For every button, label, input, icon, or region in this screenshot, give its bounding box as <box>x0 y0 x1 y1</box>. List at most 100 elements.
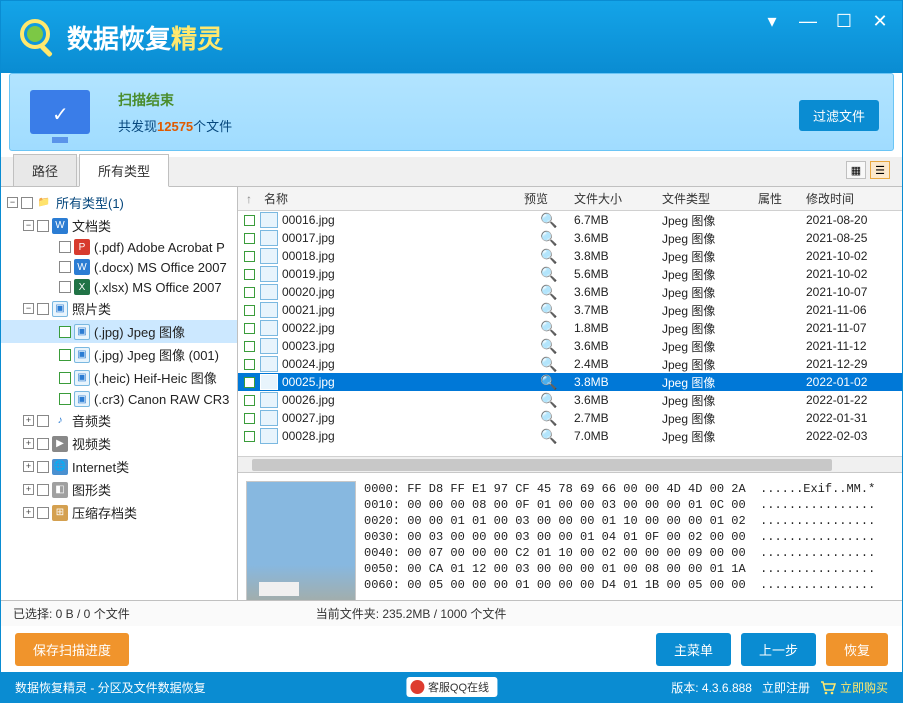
tree-root[interactable]: − 📁 所有类型(1) <box>1 191 237 214</box>
expand-icon[interactable]: + <box>23 415 34 426</box>
expand-icon[interactable]: + <box>23 484 34 495</box>
row-checkbox[interactable] <box>238 413 260 424</box>
checkbox[interactable] <box>21 197 33 209</box>
tree-audio[interactable]: + ♪ 音频类 <box>1 409 237 432</box>
file-row[interactable]: 00020.jpg🔍3.6MBJpeg 图像2021-10-07 <box>238 283 902 301</box>
tree-images[interactable]: − ▣ 照片类 <box>1 297 237 320</box>
row-checkbox[interactable] <box>238 377 260 388</box>
preview-icon[interactable]: 🔍 <box>524 374 574 391</box>
recover-button[interactable]: 恢复 <box>826 633 888 666</box>
preview-icon[interactable]: 🔍 <box>524 302 574 319</box>
tree-pdf[interactable]: P (.pdf) Adobe Acrobat P <box>1 237 237 257</box>
file-row[interactable]: 00026.jpg🔍3.6MBJpeg 图像2022-01-22 <box>238 391 902 409</box>
row-checkbox[interactable] <box>238 287 260 298</box>
checkbox[interactable] <box>59 393 71 405</box>
scrollbar-thumb[interactable] <box>252 459 832 471</box>
row-checkbox[interactable] <box>238 341 260 352</box>
collapse-icon[interactable]: − <box>23 220 34 231</box>
tree-documents[interactable]: − W 文档类 <box>1 214 237 237</box>
file-row[interactable]: 00027.jpg🔍2.7MBJpeg 图像2022-01-31 <box>238 409 902 427</box>
preview-icon[interactable]: 🔍 <box>524 428 574 445</box>
checkbox[interactable] <box>37 303 49 315</box>
file-list[interactable]: 00016.jpg🔍6.7MBJpeg 图像2021-08-2000017.jp… <box>238 211 902 456</box>
checkbox[interactable] <box>37 507 49 519</box>
preview-icon[interactable]: 🔍 <box>524 266 574 283</box>
file-row[interactable]: 00019.jpg🔍5.6MBJpeg 图像2021-10-02 <box>238 265 902 283</box>
checkbox[interactable] <box>37 415 49 427</box>
checkbox[interactable] <box>37 484 49 496</box>
dropdown-icon[interactable]: ▾ <box>762 11 782 31</box>
checkbox[interactable] <box>59 281 71 293</box>
file-row[interactable]: 00025.jpg🔍3.8MBJpeg 图像2022-01-02 <box>238 373 902 391</box>
save-scan-button[interactable]: 保存扫描进度 <box>15 633 129 666</box>
col-preview[interactable]: 预览 <box>524 190 574 207</box>
grid-view-button[interactable]: ▦ <box>846 161 866 179</box>
row-checkbox[interactable] <box>238 359 260 370</box>
tab-path[interactable]: 路径 <box>13 154 77 186</box>
preview-icon[interactable]: 🔍 <box>524 392 574 409</box>
tree-heic[interactable]: ▣ (.heic) Heif-Heic 图像 <box>1 366 237 389</box>
file-row[interactable]: 00024.jpg🔍2.4MBJpeg 图像2021-12-29 <box>238 355 902 373</box>
col-date[interactable]: 修改时间 <box>806 190 902 207</box>
file-row[interactable]: 00023.jpg🔍3.6MBJpeg 图像2021-11-12 <box>238 337 902 355</box>
tree-jpg001[interactable]: ▣ (.jpg) Jpeg 图像 (001) <box>1 343 237 366</box>
previous-button[interactable]: 上一步 <box>741 633 816 666</box>
expand-icon[interactable]: + <box>23 438 34 449</box>
list-view-button[interactable]: ☰ <box>870 161 890 179</box>
checkbox[interactable] <box>59 326 71 338</box>
file-row[interactable]: 00017.jpg🔍3.6MBJpeg 图像2021-08-25 <box>238 229 902 247</box>
buy-link[interactable]: 立即购买 <box>820 679 888 696</box>
tree-archive[interactable]: + ⊞ 压缩存档类 <box>1 501 237 524</box>
col-name[interactable]: 名称 <box>260 190 524 207</box>
preview-icon[interactable]: 🔍 <box>524 356 574 373</box>
col-size[interactable]: 文件大小 <box>574 190 662 207</box>
row-checkbox[interactable] <box>238 215 260 226</box>
collapse-icon[interactable]: − <box>23 303 34 314</box>
tree-xlsx[interactable]: X (.xlsx) MS Office 2007 <box>1 277 237 297</box>
checkbox[interactable] <box>59 372 71 384</box>
preview-icon[interactable]: 🔍 <box>524 230 574 247</box>
col-attr[interactable]: 属性 <box>758 190 806 207</box>
file-row[interactable]: 00022.jpg🔍1.8MBJpeg 图像2021-11-07 <box>238 319 902 337</box>
collapse-icon[interactable]: − <box>7 197 18 208</box>
tree-graphic[interactable]: + ◧ 图形类 <box>1 478 237 501</box>
minimize-button[interactable]: — <box>798 11 818 31</box>
row-checkbox[interactable] <box>238 305 260 316</box>
row-checkbox[interactable] <box>238 395 260 406</box>
row-checkbox[interactable] <box>238 251 260 262</box>
preview-icon[interactable]: 🔍 <box>524 410 574 427</box>
row-checkbox[interactable] <box>238 431 260 442</box>
col-type[interactable]: 文件类型 <box>662 190 758 207</box>
register-link[interactable]: 立即注册 <box>762 679 810 696</box>
qq-support-button[interactable]: 客服QQ在线 <box>406 677 497 697</box>
checkbox[interactable] <box>37 438 49 450</box>
tree-video[interactable]: + ▶ 视频类 <box>1 432 237 455</box>
checkbox[interactable] <box>37 220 49 232</box>
row-checkbox[interactable] <box>238 269 260 280</box>
file-row[interactable]: 00016.jpg🔍6.7MBJpeg 图像2021-08-20 <box>238 211 902 229</box>
tree-docx[interactable]: W (.docx) MS Office 2007 <box>1 257 237 277</box>
checkbox[interactable] <box>59 241 71 253</box>
maximize-button[interactable]: ☐ <box>834 11 854 31</box>
mainmenu-button[interactable]: 主菜单 <box>656 633 731 666</box>
preview-icon[interactable]: 🔍 <box>524 284 574 301</box>
expand-icon[interactable]: + <box>23 461 34 472</box>
tree-internet[interactable]: + 🌐 Internet类 <box>1 455 237 478</box>
expand-icon[interactable]: + <box>23 507 34 518</box>
file-row[interactable]: 00021.jpg🔍3.7MBJpeg 图像2021-11-06 <box>238 301 902 319</box>
row-checkbox[interactable] <box>238 323 260 334</box>
tree-cr3[interactable]: ▣ (.cr3) Canon RAW CR3 <box>1 389 237 409</box>
preview-icon[interactable]: 🔍 <box>524 248 574 265</box>
sort-arrow-icon[interactable]: ↑ <box>238 192 260 206</box>
preview-icon[interactable]: 🔍 <box>524 320 574 337</box>
file-row[interactable]: 00018.jpg🔍3.8MBJpeg 图像2021-10-02 <box>238 247 902 265</box>
file-row[interactable]: 00028.jpg🔍7.0MBJpeg 图像2022-02-03 <box>238 427 902 445</box>
close-button[interactable]: ✕ <box>870 11 890 31</box>
checkbox[interactable] <box>59 261 71 273</box>
checkbox[interactable] <box>59 349 71 361</box>
preview-icon[interactable]: 🔍 <box>524 338 574 355</box>
tree-jpg[interactable]: ▣ (.jpg) Jpeg 图像 <box>1 320 237 343</box>
horizontal-scrollbar[interactable] <box>238 456 902 472</box>
preview-icon[interactable]: 🔍 <box>524 212 574 229</box>
checkbox[interactable] <box>37 461 49 473</box>
